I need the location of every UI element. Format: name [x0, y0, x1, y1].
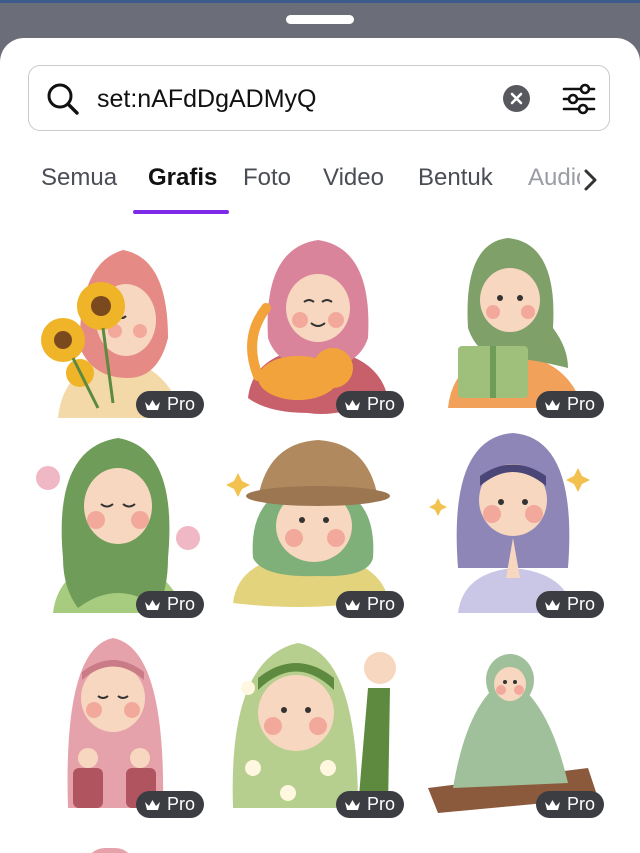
pro-badge: Pro [335, 791, 404, 818]
graphic-tile[interactable]: Pro [418, 228, 608, 418]
pro-label: Pro [366, 594, 395, 614]
tab-foto[interactable]: Foto [243, 164, 291, 192]
pro-badge: Pro [535, 391, 604, 418]
search-input[interactable] [95, 76, 489, 122]
pro-badge: Pro [535, 791, 604, 818]
graphic-tile[interactable]: Pro [18, 628, 208, 818]
category-tabs: Semua Grafis Foto Video Bentuk Audio [0, 150, 640, 214]
graphic-tile[interactable]: Pro [18, 428, 208, 618]
pro-label: Pro [166, 394, 195, 414]
pro-badge: Pro [335, 591, 404, 618]
graphic-tile[interactable]: Pro [418, 428, 608, 618]
pro-label: Pro [166, 594, 195, 614]
chevron-right-icon[interactable] [581, 166, 601, 194]
tab-audio[interactable]: Audio [528, 164, 580, 192]
graphic-tile[interactable]: Pro [218, 628, 408, 818]
crown-icon [544, 799, 560, 810]
search-icon[interactable] [45, 81, 81, 117]
hijab-girl-flowers-graphic [36, 438, 200, 613]
filter-settings-icon[interactable] [561, 81, 597, 117]
hijab-girl-reading-graphic [448, 238, 583, 408]
crown-icon [344, 599, 360, 610]
crown-icon [144, 599, 160, 610]
pro-badge: Pro [135, 591, 204, 618]
tab-grafis[interactable]: Grafis [148, 164, 217, 192]
graphic-tile[interactable]: Pro [418, 628, 608, 818]
pro-label: Pro [566, 794, 595, 814]
crown-icon [544, 599, 560, 610]
graphic-tile[interactable]: Pro [218, 428, 408, 618]
crown-icon [344, 799, 360, 810]
crown-icon [544, 399, 560, 410]
pro-label: Pro [566, 594, 595, 614]
graphic-tile[interactable]: Pro [18, 228, 208, 418]
crown-icon [344, 399, 360, 410]
graphic-tile[interactable]: Pro [218, 228, 408, 418]
hijab-girl-floral-wave-graphic [232, 643, 396, 808]
pro-badge: Pro [135, 791, 204, 818]
tab-semua[interactable]: Semua [41, 164, 117, 192]
tab-bentuk[interactable]: Bentuk [418, 164, 493, 192]
pro-label: Pro [566, 394, 595, 414]
tab-video[interactable]: Video [323, 164, 384, 192]
active-tab-indicator [133, 210, 229, 214]
graphics-grid: Pro Pro Pro Pro Pro Pro Pro Pro Pro [0, 228, 640, 853]
bottom-sheet: Semua Grafis Foto Video Bentuk Audio [0, 38, 640, 853]
hijab-girl-praying-graphic [429, 433, 590, 613]
hijab-girl-hat-graphic [226, 440, 390, 607]
pro-badge: Pro [135, 391, 204, 418]
crown-icon [144, 399, 160, 410]
hijab-girl-pink-graphic [67, 638, 164, 808]
sheet-drag-handle[interactable] [286, 15, 354, 24]
pro-badge: Pro [535, 591, 604, 618]
pro-label: Pro [366, 794, 395, 814]
crown-icon [144, 799, 160, 810]
clear-search-icon[interactable] [503, 85, 530, 112]
pro-badge: Pro [335, 391, 404, 418]
search-bar[interactable] [28, 65, 610, 131]
hijab-girl-prayer-mat-graphic [428, 654, 598, 813]
top-status-line [0, 0, 640, 3]
pro-label: Pro [166, 794, 195, 814]
hijab-girl-sunflowers-graphic [41, 250, 183, 418]
pro-label: Pro [366, 394, 395, 414]
hijab-girl-cat-graphic [247, 240, 388, 414]
graphic-tile-partial[interactable] [85, 848, 135, 853]
